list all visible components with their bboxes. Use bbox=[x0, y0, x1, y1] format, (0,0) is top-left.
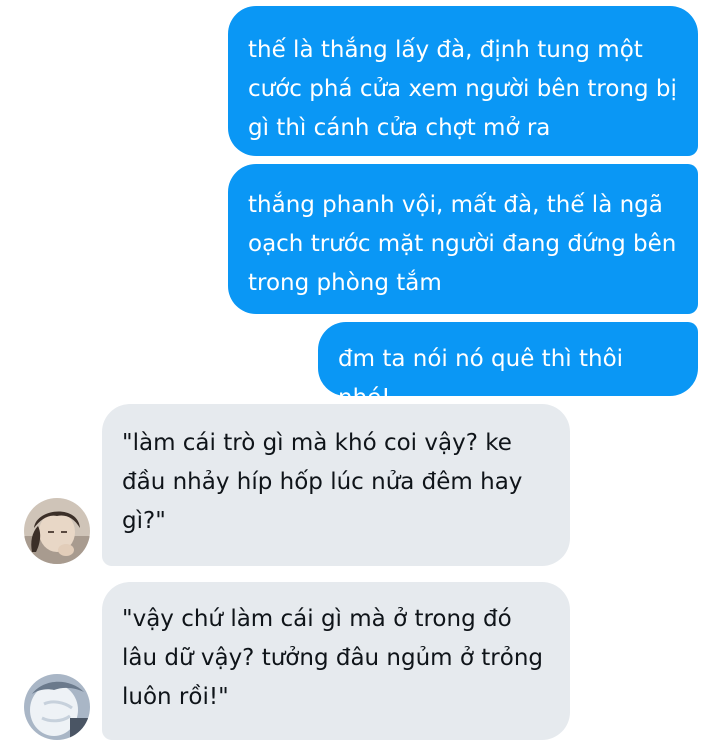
incoming-message-bubble[interactable]: "làm cái trò gì mà khó coi vậy? ke đầu n… bbox=[102, 404, 570, 566]
incoming-message-bubble[interactable]: "vậy chứ làm cái gì mà ở trong đó lâu dữ… bbox=[102, 582, 570, 740]
sender-avatar[interactable] bbox=[24, 498, 90, 564]
outgoing-message-bubble[interactable]: thế là thắng lấy đà, định tung một cước … bbox=[228, 6, 698, 156]
outgoing-message-bubble[interactable]: thắng phanh vội, mất đà, thế là ngã oạch… bbox=[228, 164, 698, 314]
outgoing-message-bubble[interactable]: đm ta nói nó quê thì thôi nhé! bbox=[318, 322, 698, 411]
sender-avatar[interactable] bbox=[24, 674, 90, 740]
